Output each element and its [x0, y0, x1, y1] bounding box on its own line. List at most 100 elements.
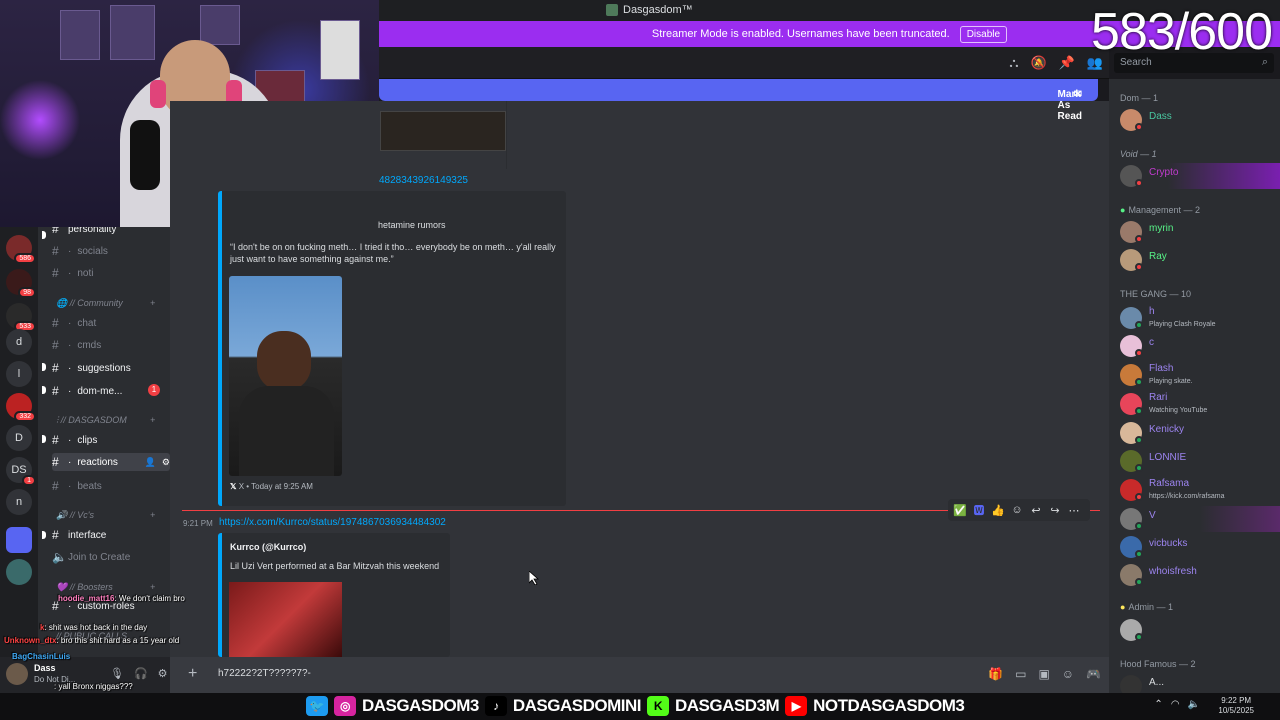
server-icon[interactable]: D [6, 425, 32, 451]
server-icon[interactable]: DS 1 [6, 457, 36, 486]
disable-streamer-mode-button[interactable]: Disable [959, 25, 1008, 43]
member-item[interactable]: Kenicky [1120, 420, 1280, 446]
headphones-icon[interactable]: 🎧 [134, 667, 148, 680]
channel-noti[interactable]: # · noti [52, 266, 170, 280]
server-icon[interactable]: d [6, 329, 32, 355]
member-item[interactable]: Rafsama https://kick.com/rafsama [1120, 477, 1280, 503]
add-reaction-icon[interactable]: ☺ [1010, 504, 1024, 516]
channel-label: clips [77, 434, 98, 446]
hash-icon: # [52, 266, 59, 280]
group-label: Admin — 1 [1128, 602, 1173, 612]
reply-icon[interactable]: ↩ [1029, 504, 1043, 517]
embed-description: “I don't be on on fucking meth… I tried … [230, 242, 556, 264]
category-public-calls[interactable]: // PUBLIC CALLS [56, 631, 127, 641]
embed-image[interactable] [229, 582, 342, 657]
thumbs-up-reaction-icon[interactable]: 👍 [991, 504, 1005, 517]
activity-icon[interactable]: 🎮 [1086, 667, 1101, 681]
member-item[interactable]: Flash Playing skate. [1120, 362, 1280, 388]
channel-custom-roles[interactable]: # · custom-roles [52, 599, 170, 613]
member-item[interactable]: V [1120, 506, 1280, 532]
server-icon[interactable]: 586 [6, 235, 36, 264]
add-channel-icon[interactable]: + [150, 415, 155, 425]
management-role-icon: ● [1120, 205, 1126, 215]
channel-cmds[interactable]: # · cmds [52, 338, 170, 352]
microphone-icon[interactable]: 🎙 [110, 667, 124, 680]
channel-reactions[interactable]: # · reactions 👤 ⚙ [52, 453, 170, 471]
member-item[interactable]: Rari Watching YouTube [1120, 391, 1280, 417]
category-boosters[interactable]: 💜 // Boosters + [56, 582, 155, 593]
member-item[interactable]: myrin [1120, 219, 1280, 245]
mute-bell-icon[interactable]: 🔕 [1030, 55, 1046, 71]
gift-icon[interactable]: 🎁 [988, 667, 1003, 681]
hashtag-list-icon: ⫶ [56, 415, 59, 425]
member-item[interactable]: LONNIE [1120, 448, 1280, 474]
settings-gear-icon[interactable]: ⚙ [162, 457, 170, 468]
wall-poster [320, 20, 360, 80]
member-item[interactable]: h Playing Clash Royale [1120, 305, 1280, 331]
wifi-icon[interactable]: ◠ [1171, 699, 1180, 710]
sticker-icon[interactable]: ▣ [1038, 667, 1049, 681]
channel-dom-me[interactable]: # · dom-me... 1 [52, 384, 170, 398]
member-item[interactable] [1120, 617, 1280, 643]
server-icon[interactable]: 533 [6, 303, 36, 332]
category-vcs[interactable]: 🔊 // Vc's + [56, 510, 155, 521]
channel-beats[interactable]: # · beats [52, 479, 170, 493]
member-item[interactable]: A... [1120, 673, 1280, 693]
message-input[interactable]: + h72222?2T?????7?- 🎁 ▭ ▣ ☺ 🎮 [170, 657, 1109, 693]
server-icon[interactable]: l [6, 361, 32, 387]
channel-suggestions[interactable]: # · suggestions [52, 361, 170, 375]
pin-icon[interactable]: 📌 [1059, 55, 1075, 71]
member-item[interactable]: whoisfresh [1120, 562, 1280, 588]
message-link[interactable]: https://x.com/Kurrco/status/197486703693… [219, 517, 446, 528]
channel-chat[interactable]: # · chat [52, 316, 170, 330]
member-name: Kenicky [1149, 424, 1185, 435]
microphone [130, 120, 160, 190]
member-item[interactable]: vicbucks [1120, 534, 1280, 560]
gif-icon[interactable]: ▭ [1015, 667, 1026, 681]
new-messages-bar[interactable]: Mark As Read ✉ [379, 79, 1098, 122]
avatar[interactable] [6, 663, 28, 685]
emoji-icon[interactable]: ☺ [1062, 667, 1074, 681]
server-icon[interactable]: n [6, 489, 32, 515]
member-item[interactable]: c [1120, 333, 1280, 359]
server-icon[interactable]: 98 [6, 269, 36, 298]
channel-join-to-create[interactable]: 🔈 Join to Create [52, 550, 170, 564]
member-item[interactable]: Crypto [1120, 163, 1280, 189]
status-dnd-icon [1135, 179, 1143, 187]
channel-clips[interactable]: # · clips [52, 433, 170, 447]
add-channel-icon[interactable]: + [150, 582, 155, 592]
member-item[interactable]: Ray [1120, 247, 1280, 273]
threads-icon[interactable]: ⛬ [1009, 55, 1018, 71]
add-channel-icon[interactable]: + [150, 298, 155, 308]
channel-interface[interactable]: # interface [52, 528, 170, 542]
embed-image[interactable] [229, 276, 342, 476]
member-item[interactable]: Dass [1120, 107, 1280, 133]
settings-gear-icon[interactable]: ⚙ [158, 667, 168, 680]
server-icon[interactable] [6, 559, 32, 585]
speaker-icon[interactable]: 🔈 [1188, 699, 1200, 710]
system-clock[interactable]: 9:22 PM 10/5/2025 [1218, 696, 1254, 716]
hash-icon: # [52, 479, 59, 493]
invite-icon[interactable]: 👤 [145, 457, 156, 468]
folder-icon[interactable] [6, 527, 32, 553]
message-link[interactable]: 4828343926149325 [379, 175, 468, 186]
hash-icon: # [52, 455, 59, 469]
embed-author[interactable]: Kurrco (@Kurrco) [230, 542, 306, 552]
member-name: Rari [1149, 392, 1168, 403]
message-input-text[interactable]: h72222?2T?????7?- [218, 668, 311, 679]
more-options-icon[interactable]: ⋯ [1067, 504, 1081, 517]
attach-plus-icon[interactable]: + [188, 665, 197, 683]
channel-personality[interactable]: # personality [52, 227, 170, 236]
checkmark-reaction-icon[interactable]: ✅ [953, 504, 967, 517]
add-channel-icon[interactable]: + [150, 510, 155, 520]
chevron-up-icon[interactable]: ⌃ [1154, 699, 1162, 710]
forward-icon[interactable]: ↪ [1048, 504, 1062, 517]
mention-badge: 1 [148, 384, 160, 396]
category-dasgasdom[interactable]: ⫶ // DASGASDOM + [56, 415, 155, 426]
user-panel: Dass Do Not Di... 🎙 🎧 ⚙ [0, 657, 170, 693]
w-reaction-icon[interactable]: 🆆 [972, 502, 986, 518]
server-icon[interactable]: 332 [6, 393, 36, 422]
category-community[interactable]: 🌐 // Community + [56, 298, 155, 309]
channel-socials[interactable]: # · socials [52, 244, 170, 258]
sub-goal-counter: 583/600 [1091, 3, 1273, 61]
